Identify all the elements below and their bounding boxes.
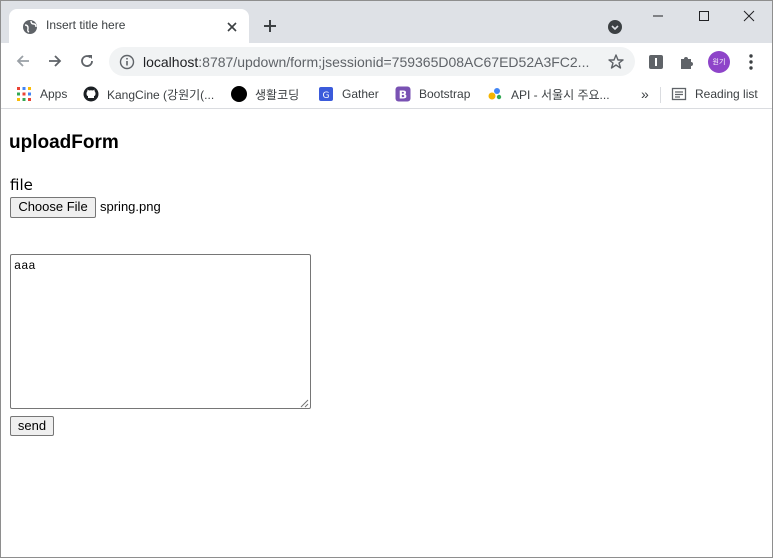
- svg-text:B: B: [399, 89, 407, 102]
- info-icon[interactable]: [119, 54, 135, 70]
- bookmarks-bar: Apps KangCine (강원기(... 생활코딩 G Gather B B…: [1, 79, 772, 109]
- choose-file-button[interactable]: Choose File: [10, 197, 96, 218]
- send-button[interactable]: send: [10, 416, 54, 436]
- resize-grip-icon[interactable]: [300, 398, 309, 408]
- more-menu-icon[interactable]: [746, 53, 756, 71]
- bookmark-apps[interactable]: Apps: [16, 84, 67, 104]
- browser-window: Insert title here localhost:8787/updown/…: [0, 0, 773, 558]
- url-host: localhost: [143, 54, 199, 70]
- bookmark-saenghwal-coding[interactable]: 생활코딩: [231, 84, 299, 104]
- forward-arrow-icon[interactable]: [43, 49, 67, 73]
- reload-icon[interactable]: [75, 49, 99, 73]
- page-title: uploadForm: [9, 132, 119, 153]
- new-tab-icon[interactable]: [261, 17, 279, 35]
- page-content: uploadForm file Choose File spring.png a…: [1, 110, 772, 557]
- bookmark-label: KangCine (강원기(...: [107, 87, 215, 102]
- selected-file-name: spring.png: [100, 199, 161, 214]
- maximize-icon[interactable]: [681, 1, 727, 31]
- bookmark-label: Bootstrap: [419, 87, 471, 101]
- bootstrap-icon: B: [395, 86, 411, 102]
- gather-icon: G: [318, 86, 334, 102]
- bookmark-bootstrap[interactable]: B Bootstrap: [395, 84, 470, 104]
- message-textarea[interactable]: aaa: [10, 254, 311, 409]
- bookmark-label: Gather: [342, 87, 379, 101]
- api-icon: [487, 86, 503, 102]
- reading-list-button[interactable]: Reading list: [671, 84, 758, 104]
- minimize-icon[interactable]: [635, 1, 681, 31]
- profile-avatar[interactable]: 원기: [708, 51, 730, 73]
- textarea-value: aaa: [14, 259, 36, 273]
- address-bar[interactable]: localhost:8787/updown/form;jsessionid=75…: [109, 47, 635, 76]
- bookmark-label: 생활코딩: [255, 87, 300, 102]
- url-path: :8787/updown/form;jsessionid=759365D08AC…: [198, 54, 589, 70]
- tab-strip: Insert title here: [1, 1, 772, 43]
- bookmarks-divider: [660, 87, 661, 103]
- bookmark-api-seoul[interactable]: API - 서울시 주요...: [487, 84, 610, 104]
- bookmark-star-icon[interactable]: [607, 53, 625, 71]
- url-text[interactable]: localhost:8787/updown/form;jsessionid=75…: [143, 54, 589, 70]
- tab-close-icon[interactable]: [225, 19, 239, 33]
- black-circle-icon: [231, 86, 247, 102]
- bookmark-kangcine[interactable]: KangCine (강원기(...: [83, 84, 214, 104]
- tab-active[interactable]: Insert title here: [9, 9, 249, 43]
- apps-grid-icon: [16, 86, 32, 102]
- bookmark-gather[interactable]: G Gather: [318, 84, 379, 104]
- file-label: file: [10, 176, 33, 194]
- reading-list-icon: [671, 86, 687, 102]
- bookmark-label: Apps: [40, 87, 68, 101]
- github-icon: [83, 86, 99, 102]
- tab-search-icon[interactable]: [607, 19, 623, 35]
- close-window-icon[interactable]: [726, 1, 772, 31]
- globe-icon: [22, 19, 38, 35]
- extension-icon[interactable]: [647, 53, 665, 71]
- bookmarks-overflow-button[interactable]: »: [641, 84, 649, 104]
- bookmark-label: API - 서울시 주요...: [511, 87, 610, 102]
- puzzle-extensions-icon[interactable]: [678, 53, 696, 71]
- tab-title: Insert title here: [46, 18, 126, 32]
- svg-text:G: G: [323, 91, 330, 101]
- reading-list-label: Reading list: [695, 87, 758, 101]
- browser-toolbar: localhost:8787/updown/form;jsessionid=75…: [1, 43, 772, 79]
- back-arrow-icon[interactable]: [11, 49, 35, 73]
